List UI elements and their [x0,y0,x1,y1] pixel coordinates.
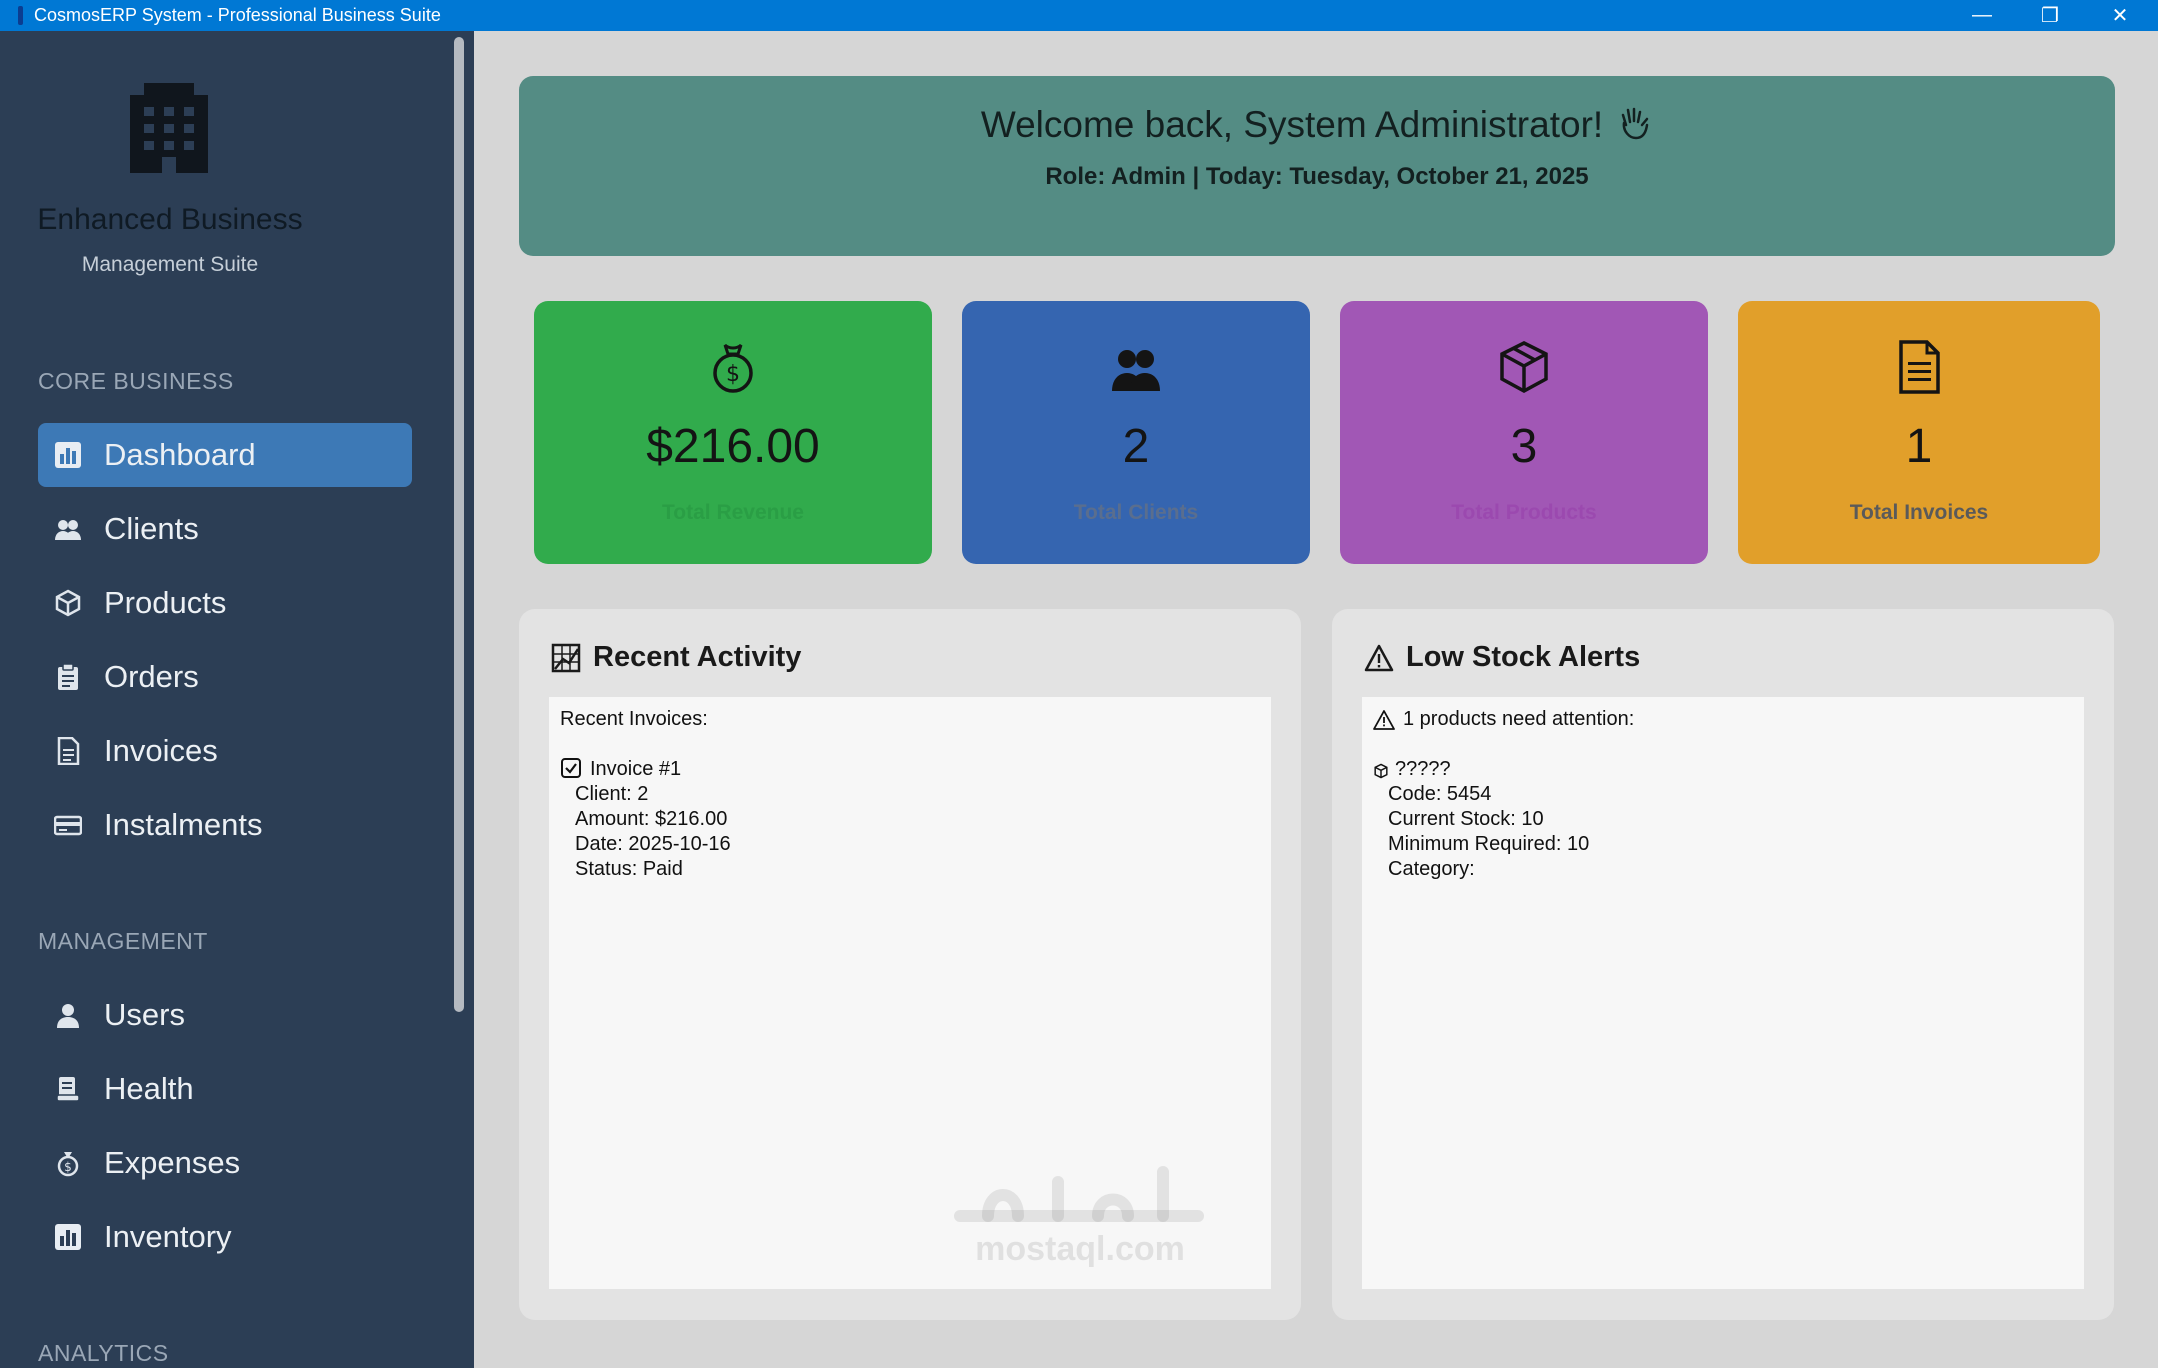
section-heading: Recent Invoices: [560,708,708,730]
entry-title: ????? [1395,758,1451,780]
sidebar-item-label: Dashboard [104,437,256,472]
building-icon [130,83,208,173]
section-heading-text: 1 products need attention: [1403,708,1635,730]
sidebar-item-invoices[interactable]: Invoices [38,719,412,783]
low-stock-list[interactable]: 1 products need attention: ????? Code: 5… [1362,697,2084,1289]
maximize-button[interactable]: ❐ [2020,0,2080,31]
section-core-business: CORE BUSINESS [38,368,234,394]
entry-line: Amount: $216.00 [575,808,728,830]
panel-title: Recent Activity [551,641,801,674]
entry-line: Code: 5454 [1388,783,1492,805]
watermark-logo [954,1166,1204,1222]
low-stock-panel: Low Stock Alerts 1 products need attenti… [1332,609,2114,1320]
entry-line: Minimum Required: 10 [1388,833,1590,855]
sidebar-item-label: Products [104,585,227,620]
list-item: Invoice #1 Client: 2 Amount: $216.00 Dat… [560,757,731,882]
welcome-title: Welcome back, System Administrator! [519,104,2115,146]
entry-line: Client: 2 [575,783,649,805]
sidebar-item-label: Orders [104,659,199,694]
brand-subtitle: Management Suite [81,253,259,276]
stat-value: 2 [1122,420,1150,473]
sidebar-item-label: Health [104,1071,194,1106]
stat-card-products[interactable]: 3 Total Products [1340,301,1708,564]
sidebar-item-label: Expenses [104,1145,241,1180]
package-icon [54,589,82,617]
chart-icon [551,643,581,672]
sidebar-item-clients[interactable]: Clients [38,497,412,561]
credit-card-icon [54,811,82,839]
close-button[interactable]: ✕ [2090,0,2150,31]
sidebar-item-health[interactable]: Health [38,1057,412,1121]
sidebar-item-label: Clients [104,511,199,546]
package-icon [1373,761,1389,779]
document-icon [54,737,82,765]
money-bag-icon: $ [713,343,753,393]
window-title: CosmosERP System - Professional Business… [34,5,441,25]
checkbox-icon [560,757,582,779]
user-icon [54,1001,82,1029]
users-icon [54,515,82,543]
welcome-subtitle: Role: Admin | Today: Tuesday, October 21… [1045,163,1589,190]
stat-label: Total Clients [1073,501,1199,524]
sidebar-item-users[interactable]: Users [38,983,412,1047]
watermark: mostaql.com [975,1230,1185,1268]
sidebar: Enhanced Business Management Suite CORE … [0,31,474,1368]
sidebar-item-inventory[interactable]: Inventory [38,1205,412,1269]
entry-line: Category: [1388,858,1475,880]
section-management: MANAGEMENT [38,928,208,954]
minimize-button[interactable]: — [1952,0,2012,31]
app-icon [18,6,23,25]
entry-line: Current Stock: 10 [1388,808,1544,830]
stat-value: 3 [1510,420,1538,473]
panel-title-text: Recent Activity [593,641,802,673]
sidebar-item-label: Invoices [104,733,218,768]
sidebar-scrollbar[interactable] [454,37,464,1012]
sidebar-item-dashboard[interactable]: Dashboard [38,423,412,487]
clipboard-icon [54,663,82,691]
entry-title: Invoice #1 [590,758,682,780]
stat-value: 1 [1905,420,1933,473]
document-icon [1899,340,1940,394]
welcome-banner: Welcome back, System Administrator! Role… [519,76,2115,256]
receipt-icon [54,1075,82,1103]
stat-value: $216.00 [646,420,820,473]
sidebar-item-products[interactable]: Products [38,571,412,635]
waving-hand-icon [1621,107,1649,140]
list-item: ????? Code: 5454 Current Stock: 10 Minim… [1373,757,1589,882]
brand-title: Enhanced Business [37,203,303,236]
bar-chart-icon [54,441,82,469]
entry-line: Date: 2025-10-16 [575,833,731,855]
sidebar-item-label: Users [104,997,185,1032]
sidebar-item-expenses[interactable]: $ Expenses [38,1131,412,1195]
users-icon [1112,350,1160,391]
welcome-title-text: Welcome back, System Administrator! [980,104,1604,145]
section-heading: 1 products need attention: [1373,707,1634,732]
stat-label: Total Products [1451,501,1597,524]
panel-title: Low Stock Alerts [1364,641,1640,674]
sidebar-item-orders[interactable]: Orders [38,645,412,709]
svg-text:$: $ [64,1160,72,1174]
stat-card-invoices[interactable]: 1 Total Invoices [1738,301,2100,564]
entry-line: Status: Paid [575,858,683,880]
money-bag-icon: $ [54,1149,82,1177]
package-icon [1500,341,1548,393]
sidebar-item-label: Inventory [104,1219,232,1254]
bar-chart-icon [54,1223,82,1251]
panel-title-text: Low Stock Alerts [1406,641,1641,673]
stat-card-revenue[interactable]: $ $216.00 Total Revenue [534,301,932,564]
svg-text:$: $ [726,362,740,387]
sidebar-item-label: Instalments [104,807,263,842]
title-bar: CosmosERP System - Professional Business… [0,0,2158,31]
sidebar-item-instalments[interactable]: Instalments [38,793,412,857]
stat-card-clients[interactable]: 2 Total Clients [962,301,1310,564]
warning-icon [1364,644,1394,671]
section-analytics: ANALYTICS [38,1340,169,1366]
warning-icon [1373,709,1395,731]
stat-label: Total Invoices [1849,501,1989,524]
stat-label: Total Revenue [662,501,804,524]
